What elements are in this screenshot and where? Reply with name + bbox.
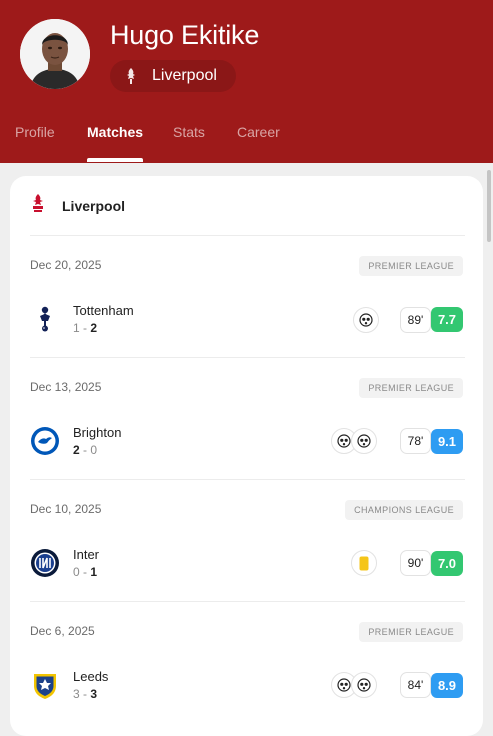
tab-bar: Profile Matches Stats Career bbox=[0, 118, 493, 163]
match-score: 0 - 1 bbox=[73, 565, 98, 579]
match-events bbox=[351, 550, 377, 576]
match-date: Dec 20, 2025 bbox=[30, 258, 102, 272]
player-rating: 8.9 bbox=[431, 673, 463, 698]
tab-matches[interactable]: Matches bbox=[87, 124, 143, 140]
divider bbox=[30, 235, 465, 236]
tottenham-crest-icon bbox=[30, 303, 60, 333]
match-score: 3 - 3 bbox=[73, 687, 98, 701]
player-header: Hugo Ekitike Liverpool Profile Matches S… bbox=[0, 0, 493, 163]
match-events bbox=[353, 307, 379, 333]
divider bbox=[30, 357, 465, 358]
inter-crest-icon bbox=[30, 548, 60, 578]
tab-stats[interactable]: Stats bbox=[173, 124, 205, 140]
minutes-played: 90' bbox=[400, 550, 431, 576]
competition-badge: PREMIER LEAGUE bbox=[359, 622, 463, 642]
brighton-crest-icon bbox=[30, 426, 60, 456]
match-events bbox=[331, 672, 377, 698]
player-avatar bbox=[20, 19, 90, 89]
tab-profile[interactable]: Profile bbox=[15, 124, 55, 140]
football-icon bbox=[351, 428, 377, 454]
divider bbox=[30, 601, 465, 602]
matches-card: Liverpool Dec 20, 2025 PREMIER LEAGUE To… bbox=[10, 176, 483, 736]
active-tab-indicator bbox=[87, 158, 143, 162]
opponent-name: Inter bbox=[73, 547, 100, 562]
leeds-crest-icon bbox=[30, 670, 60, 700]
opponent-name: Leeds bbox=[73, 669, 109, 684]
minutes-played: 84' bbox=[400, 672, 431, 698]
player-rating: 7.0 bbox=[431, 551, 463, 576]
match-score: 2 - 0 bbox=[73, 443, 98, 457]
competition-badge: PREMIER LEAGUE bbox=[359, 256, 463, 276]
team-section-header[interactable]: Liverpool bbox=[30, 193, 126, 220]
match-date: Dec 6, 2025 bbox=[30, 624, 95, 638]
football-icon bbox=[353, 307, 379, 333]
player-rating: 7.7 bbox=[431, 307, 463, 332]
minutes-played: 89' bbox=[400, 307, 431, 333]
competition-badge: CHAMPIONS LEAGUE bbox=[345, 500, 463, 520]
opponent-name: Tottenham bbox=[73, 303, 134, 318]
competition-badge: PREMIER LEAGUE bbox=[359, 378, 463, 398]
match-score: 1 - 2 bbox=[73, 321, 98, 335]
minutes-played: 78' bbox=[400, 428, 431, 454]
player-rating: 9.1 bbox=[431, 429, 463, 454]
match-date: Dec 10, 2025 bbox=[30, 502, 102, 516]
match-date: Dec 13, 2025 bbox=[30, 380, 102, 394]
match-events bbox=[331, 428, 377, 454]
liverpool-crest-icon bbox=[30, 193, 46, 220]
tab-career[interactable]: Career bbox=[237, 124, 280, 140]
liverpool-crest-icon bbox=[124, 67, 138, 85]
club-name: Liverpool bbox=[152, 67, 217, 84]
club-link[interactable]: Liverpool bbox=[110, 60, 236, 92]
opponent-name: Brighton bbox=[73, 425, 122, 440]
scrollbar[interactable] bbox=[487, 170, 491, 242]
football-icon bbox=[351, 672, 377, 698]
team-section-label: Liverpool bbox=[62, 198, 126, 214]
yellow-card-icon bbox=[351, 550, 377, 576]
player-name: Hugo Ekitike bbox=[110, 20, 260, 50]
divider bbox=[30, 479, 465, 480]
